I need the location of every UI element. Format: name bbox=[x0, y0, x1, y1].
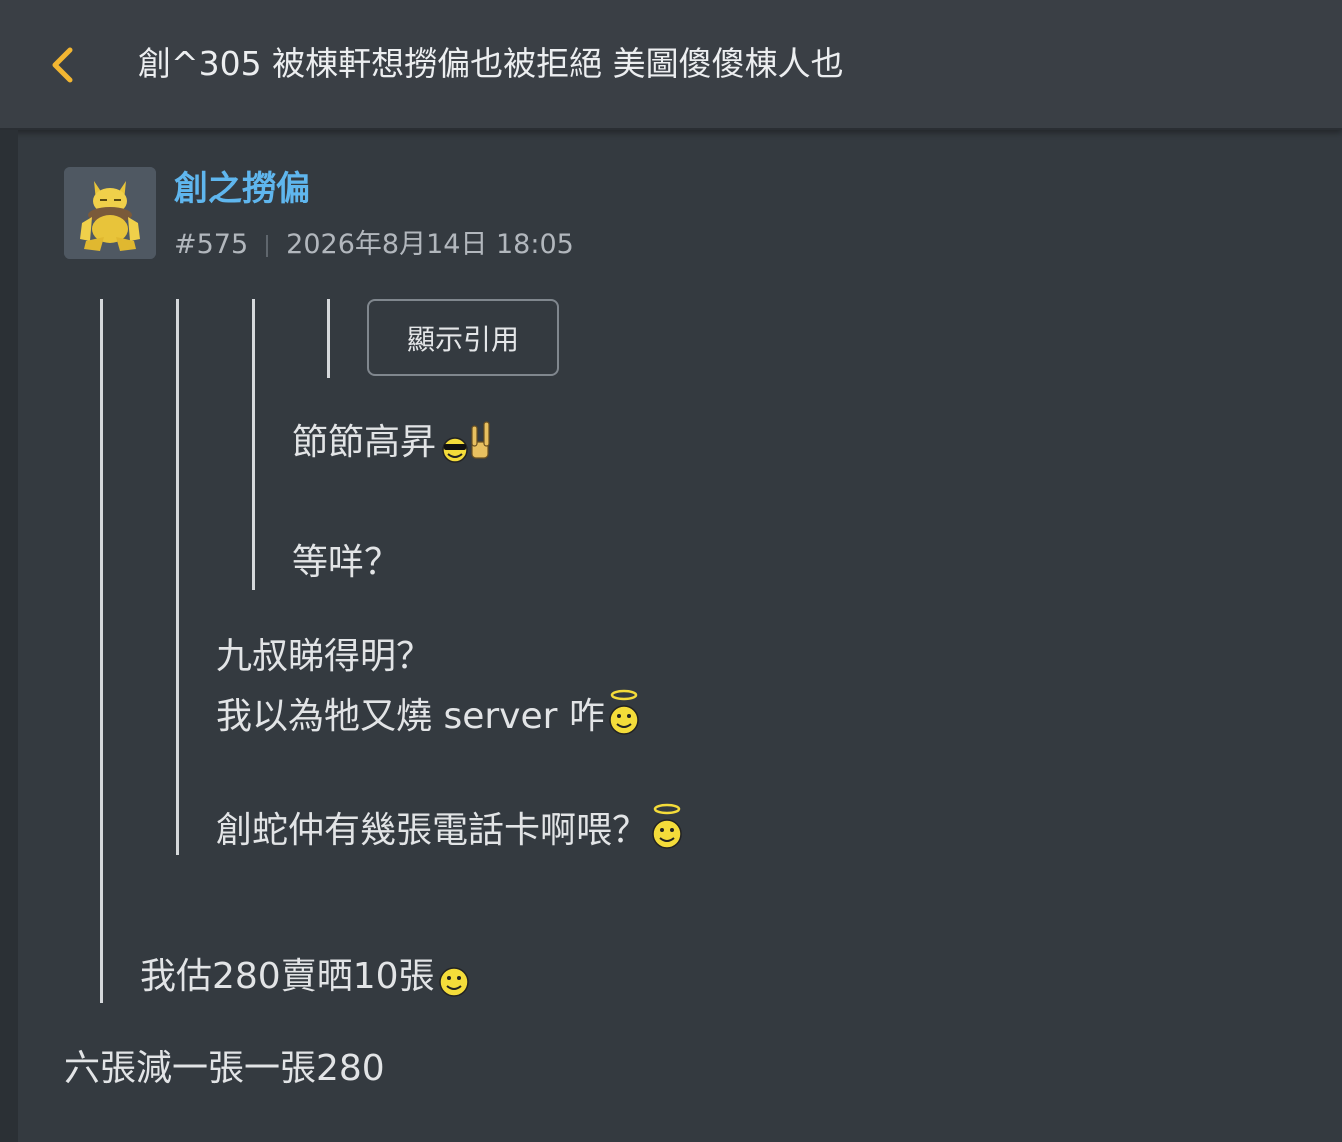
top-bar: 創^305 被棟軒想撈偏也被拒絕 美圖傻傻棟人也 bbox=[0, 0, 1342, 130]
post-meta: #575 2026年8月14日 18:05 bbox=[174, 226, 574, 264]
back-button[interactable] bbox=[44, 42, 84, 88]
meta-divider bbox=[266, 234, 269, 257]
quote-level3-line1-text: 節節高昇 bbox=[292, 422, 437, 463]
quote-level1-line1-text: 我估280賣晒10張 bbox=[140, 956, 435, 997]
smiley-icon bbox=[437, 962, 471, 1012]
username[interactable]: 創之撈偏 bbox=[174, 166, 310, 212]
post-timestamp: 2026年8月14日 18:05 bbox=[286, 229, 574, 260]
quote-level3-line2: 等咩？ bbox=[292, 542, 401, 583]
show-quote-button[interactable]: 顯示引用 bbox=[367, 299, 559, 376]
quote-level2-line1: 九叔睇得明？ bbox=[216, 636, 433, 677]
quote-level3-line1: 節節高昇 bbox=[292, 418, 494, 478]
quote-line-level4 bbox=[327, 299, 330, 378]
quote-level2-line2: 我以為牠又燒 server 咋 bbox=[216, 688, 641, 752]
quote-line-level1 bbox=[100, 299, 103, 1003]
avatar[interactable] bbox=[64, 167, 156, 259]
left-edge bbox=[0, 130, 18, 1142]
post-number[interactable]: #575 bbox=[174, 229, 248, 260]
quote-level2-line3: 創蛇仲有幾張電話卡啊喂？ bbox=[216, 802, 684, 866]
sunglasses-smiley-icon bbox=[438, 428, 472, 478]
quote-line-level2 bbox=[176, 299, 179, 855]
quote-level2-line2-text: 我以為牠又燒 server 咋 bbox=[216, 696, 605, 737]
thread-title: 創^305 被棟軒想撈偏也被拒絕 美圖傻傻棟人也 bbox=[138, 44, 844, 83]
abra-avatar-icon bbox=[64, 167, 156, 259]
quote-line-level3 bbox=[252, 299, 255, 590]
chevron-left-icon bbox=[52, 47, 73, 83]
post-body-text: 六張減一張一張280 bbox=[64, 1048, 385, 1089]
rock-hand-icon bbox=[468, 420, 494, 478]
quote-level1-line1: 我估280賣晒10張 bbox=[140, 952, 471, 1012]
angel-smiley-icon bbox=[650, 802, 684, 866]
angel-smiley-icon bbox=[607, 688, 641, 752]
quote-level2-line3-text: 創蛇仲有幾張電話卡啊喂？ bbox=[216, 810, 649, 851]
